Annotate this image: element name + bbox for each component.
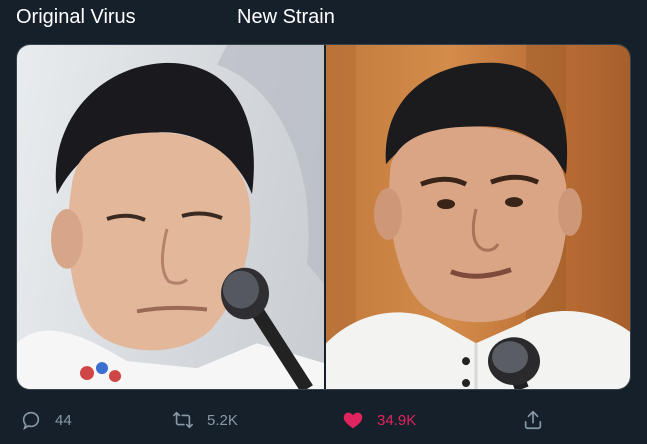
caption-left: Original Virus	[16, 6, 136, 28]
like-count: 34.9K	[377, 411, 417, 429]
caption-row: Original Virus New Strain	[0, 5, 647, 29]
tweet-actions: 44 5.2K 34.9K	[0, 405, 647, 435]
photo-right[interactable]	[326, 45, 630, 389]
retweet-count: 5.2K	[207, 411, 238, 429]
share-icon	[522, 409, 544, 431]
retweet-button[interactable]: 5.2K	[172, 405, 238, 435]
photo-left[interactable]	[17, 45, 324, 389]
photo-right-illustration	[326, 45, 630, 389]
photo-left-illustration	[17, 45, 324, 389]
reply-icon	[20, 409, 42, 431]
retweet-icon	[172, 409, 194, 431]
tweet: Original Virus New Strain 44 5.2K 34.9K	[0, 0, 647, 444]
like-button[interactable]: 34.9K	[342, 405, 416, 435]
share-button[interactable]	[522, 405, 544, 435]
heart-icon	[342, 409, 364, 431]
reply-button[interactable]: 44	[20, 405, 72, 435]
caption-right: New Strain	[237, 6, 335, 28]
media-grid[interactable]	[16, 44, 631, 390]
reply-count: 44	[55, 411, 72, 429]
